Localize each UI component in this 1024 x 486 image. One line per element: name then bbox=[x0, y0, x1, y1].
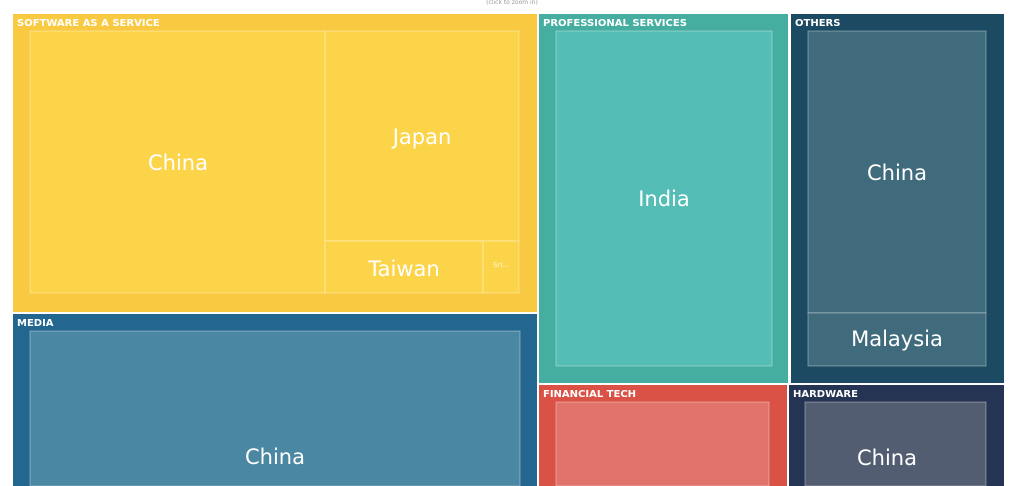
leaf-label-china: China bbox=[857, 446, 917, 470]
treemap-chart[interactable]: China Japan Taiwan Sri... SOFTWARE AS A SERV… bbox=[0, 0, 1024, 486]
category-others[interactable]: China Malaysia OTHERS bbox=[791, 14, 1004, 383]
category-label-software-as-a-service: SOFTWARE AS A SERVICE bbox=[17, 18, 160, 29]
category-hardware[interactable]: China HARDWARE bbox=[789, 385, 1004, 486]
leaf-rect-unlabeled[interactable] bbox=[555, 401, 770, 486]
leaf-label-china: China bbox=[867, 161, 927, 185]
leaf-label-sri: Sri... bbox=[493, 261, 509, 269]
leaf-label-china: China bbox=[148, 151, 208, 175]
category-label-professional-services: PROFESSIONAL SERVICES bbox=[543, 18, 687, 29]
category-label-media: MEDIA bbox=[17, 318, 54, 329]
leaf-label-india: India bbox=[638, 187, 690, 211]
leaf-label-japan: Japan bbox=[391, 125, 452, 149]
category-professional-services[interactable]: India PROFESSIONAL SERVICES bbox=[539, 14, 788, 383]
category-label-financial-tech: FINANCIAL TECH bbox=[543, 389, 636, 400]
category-software-as-a-service[interactable]: China Japan Taiwan Sri... SOFTWARE AS A SERV… bbox=[13, 14, 537, 312]
leaf-label-malaysia: Malaysia bbox=[851, 327, 943, 351]
leaf-label-taiwan: Taiwan bbox=[367, 257, 439, 281]
category-label-others: OTHERS bbox=[795, 18, 840, 29]
leaf-label-china: China bbox=[245, 445, 305, 469]
category-media[interactable]: China MEDIA bbox=[13, 314, 537, 486]
category-label-hardware: HARDWARE bbox=[793, 389, 858, 400]
category-financial-tech[interactable]: FINANCIAL TECH bbox=[539, 385, 787, 486]
leaf-rect-china[interactable] bbox=[804, 401, 987, 486]
